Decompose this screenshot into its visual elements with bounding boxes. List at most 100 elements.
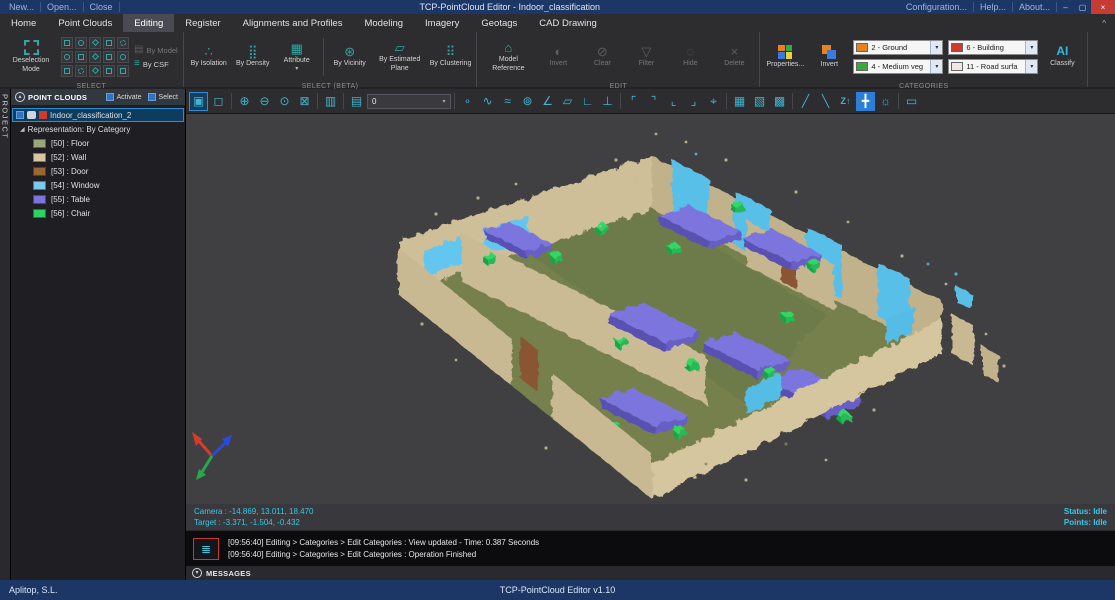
spline-tool-icon[interactable]: ≈ [498, 92, 517, 111]
layer-select[interactable]: 0 ▾ [367, 94, 451, 109]
grid-coarse-icon[interactable]: ▩ [770, 92, 789, 111]
frame-corner-1-icon[interactable]: ⌜ [624, 92, 643, 111]
select-polygon-icon[interactable] [89, 37, 101, 49]
select-brush-icon[interactable] [117, 65, 129, 77]
project-tab[interactable]: PROJECT [0, 89, 11, 580]
dropdown-caret-icon[interactable]: ▾ [1025, 60, 1037, 73]
frame-corner-2-icon[interactable]: ⌝ [644, 92, 663, 111]
screen-dropdown-icon[interactable]: ▭ [902, 92, 921, 111]
angle-tool-icon[interactable]: ∠ [538, 92, 557, 111]
legend-item-window[interactable]: [54] : Window [11, 178, 185, 192]
by-density-button[interactable]: ⣿ By Density [233, 34, 273, 80]
collapse-ribbon-icon[interactable]: ^ [1093, 14, 1115, 32]
category-select-building[interactable]: 6 - Building ▾ [948, 40, 1038, 55]
select-fence-icon[interactable] [103, 51, 115, 63]
view-frame-icon[interactable]: ◻ [209, 92, 228, 111]
by-isolation-button[interactable]: ∴ By Isolation [189, 34, 229, 80]
select-lasso-icon[interactable] [61, 51, 73, 63]
menu-about[interactable]: About... [1013, 2, 1057, 12]
tab-cad-drawing[interactable]: CAD Drawing [528, 14, 608, 32]
view-perspective-icon[interactable]: ▣ [189, 92, 208, 111]
measure-line-icon[interactable]: ╱ [796, 92, 815, 111]
tab-editing[interactable]: Editing [123, 14, 174, 32]
select-checkbox[interactable] [148, 93, 156, 101]
target-point-icon[interactable]: ⌖ [704, 92, 723, 111]
frame-corner-4-icon[interactable]: ⌟ [684, 92, 703, 111]
dropdown-caret-icon[interactable]: ▾ [930, 60, 942, 73]
menu-close[interactable]: Close [84, 2, 120, 12]
pan-move-icon[interactable]: ╋ [856, 92, 875, 111]
tree-root-item[interactable]: Indoor_classification_2 [12, 108, 184, 122]
tree-expand-icon[interactable]: ◢ [20, 126, 25, 133]
collapse-messages-icon[interactable]: ▾ [192, 568, 202, 578]
select-diamond-icon[interactable] [89, 51, 101, 63]
polyline-tool-icon[interactable]: ∿ [478, 92, 497, 111]
category-properties-button[interactable]: Properties... [765, 34, 805, 80]
menu-new[interactable]: New... [3, 2, 41, 12]
frame-corner-3-icon[interactable]: ⌞ [664, 92, 683, 111]
z-up-icon[interactable]: Z↑ [836, 92, 855, 111]
select-strip-icon[interactable] [103, 65, 115, 77]
tab-geotags[interactable]: Geotags [470, 14, 528, 32]
tab-home[interactable]: Home [0, 14, 47, 32]
attribute-button[interactable]: ▦ Attribute ▾ [277, 34, 317, 80]
select-sphere-icon[interactable] [75, 65, 87, 77]
messages-header[interactable]: ▾ MESSAGES [186, 566, 1115, 580]
select-square-icon[interactable] [75, 51, 87, 63]
minimize-button[interactable]: – [1057, 0, 1074, 14]
cloud-activate-checkbox[interactable] [16, 111, 24, 119]
select-by-model-button[interactable]: ▤ By Model [134, 45, 178, 55]
select-by-csf-button[interactable]: ≡ By CSF [134, 59, 178, 69]
section-tool-icon[interactable]: ⊥ [598, 92, 617, 111]
select-rectangle-dashed-icon[interactable] [103, 37, 115, 49]
by-estimated-plane-button[interactable]: ▱ By Estimated Plane [374, 34, 426, 80]
category-select-medium-veg[interactable]: 4 - Medium veg ▾ [853, 59, 943, 74]
dropdown-caret-icon[interactable]: ▾ [930, 41, 942, 54]
tab-point-clouds[interactable]: Point Clouds [47, 14, 123, 32]
tab-alignments-profiles[interactable]: Alignments and Profiles [232, 14, 354, 32]
legend-item-door[interactable]: [53] : Door [11, 164, 185, 178]
category-select-road-surface[interactable]: 11 - Road surfa ▾ [948, 59, 1038, 74]
category-invert-button[interactable]: Invert [809, 34, 849, 80]
hide-button[interactable]: ◌ Hide [670, 34, 710, 80]
clear-button[interactable]: ⊘ Clear [582, 34, 622, 80]
activate-checkbox[interactable] [106, 93, 114, 101]
views-dropdown-icon[interactable]: ▥ [321, 92, 340, 111]
point-cloud-canvas[interactable] [186, 114, 1115, 504]
category-select-ground[interactable]: 2 - Ground ▾ [853, 40, 943, 55]
by-clustering-button[interactable]: ⠿ By Clustering [430, 34, 472, 80]
layer-caret-icon[interactable]: ▾ [438, 98, 450, 105]
menu-open[interactable]: Open... [41, 2, 84, 12]
model-reference-button[interactable]: ⌂ Model Reference [482, 34, 534, 80]
zoom-out-icon[interactable]: ⊖ [255, 92, 274, 111]
select-plane-icon[interactable] [89, 65, 101, 77]
legend-item-wall[interactable]: [52] : Wall [11, 150, 185, 164]
deselection-mode-button[interactable]: Deselection Mode [5, 34, 57, 80]
close-button[interactable]: × [1091, 0, 1115, 14]
select-box-icon[interactable] [61, 65, 73, 77]
legend-item-table[interactable]: [55] : Table [11, 192, 185, 206]
grid-dense-icon[interactable]: ▦ [730, 92, 749, 111]
tab-modeling[interactable]: Modeling [353, 14, 414, 32]
layers-icon[interactable]: ▤ [347, 92, 366, 111]
viewport-3d[interactable] [186, 114, 1115, 504]
select-ellipse-icon[interactable] [117, 51, 129, 63]
representation-row[interactable]: ◢ Representation: By Category [11, 123, 185, 136]
dropdown-caret-icon[interactable]: ▾ [1025, 41, 1037, 54]
plane-tool-icon[interactable]: ▱ [558, 92, 577, 111]
menu-configuration[interactable]: Configuration... [900, 2, 974, 12]
invert-button[interactable]: ◐ Invert [538, 34, 578, 80]
delete-button[interactable]: × Delete [714, 34, 754, 80]
filter-button[interactable]: ▽ Filter [626, 34, 666, 80]
legend-item-chair[interactable]: [56] : Chair [11, 206, 185, 220]
circle-tool-icon[interactable]: ⊚ [518, 92, 537, 111]
zoom-extents-icon[interactable]: ⊙ [275, 92, 294, 111]
point-tool-icon[interactable]: ∘ [458, 92, 477, 111]
menu-help[interactable]: Help... [974, 2, 1013, 12]
by-vicinity-button[interactable]: ⊛ By Vicinity [330, 34, 370, 80]
select-circle-dashed-icon[interactable] [117, 37, 129, 49]
select-rectangle-icon[interactable] [61, 37, 73, 49]
classify-button[interactable]: AI Classify [1042, 34, 1082, 80]
maximize-button[interactable]: ▢ [1074, 0, 1091, 14]
level-tool-icon[interactable]: ∟ [578, 92, 597, 111]
